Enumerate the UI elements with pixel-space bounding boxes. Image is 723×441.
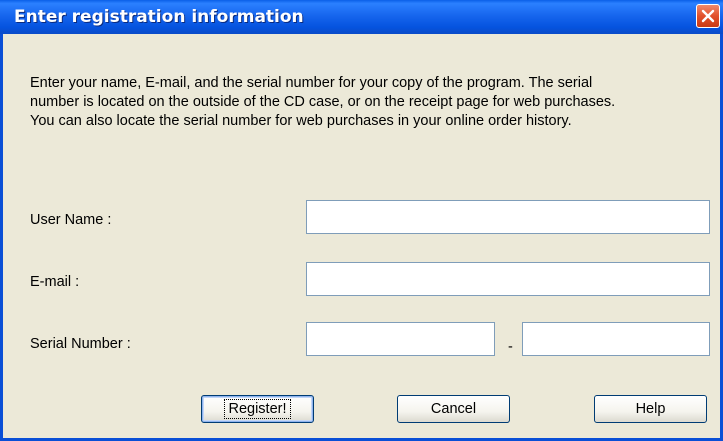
dialog-title: Enter registration information xyxy=(14,7,304,27)
register-button-label: Register! xyxy=(224,399,291,419)
email-label: E-mail : xyxy=(30,274,80,290)
cancel-button-label: Cancel xyxy=(430,401,477,417)
serial-number-part1-input[interactable] xyxy=(306,322,495,356)
cancel-button[interactable]: Cancel xyxy=(397,395,510,423)
serial-separator: - xyxy=(508,339,513,355)
registration-dialog: Enter registration information Enter you… xyxy=(0,0,723,441)
instructions-line: number is located on the outside of the … xyxy=(30,94,616,110)
username-input[interactable] xyxy=(306,200,710,234)
username-label: User Name : xyxy=(30,212,112,228)
instructions-text: Enter your name, E-mail, and the serial … xyxy=(30,74,710,131)
register-button[interactable]: Register! xyxy=(201,395,314,423)
instructions-line: You can also locate the serial number fo… xyxy=(30,113,572,129)
close-button[interactable] xyxy=(696,4,720,28)
close-x-icon xyxy=(701,9,715,23)
serial-number-part2-input[interactable] xyxy=(522,322,710,356)
serial-number-label: Serial Number : xyxy=(30,336,131,352)
title-bar[interactable]: Enter registration information xyxy=(0,0,723,34)
help-button[interactable]: Help xyxy=(594,395,707,423)
instructions-line: Enter your name, E-mail, and the serial … xyxy=(30,75,593,91)
help-button-label: Help xyxy=(635,401,666,417)
email-input[interactable] xyxy=(306,262,710,296)
